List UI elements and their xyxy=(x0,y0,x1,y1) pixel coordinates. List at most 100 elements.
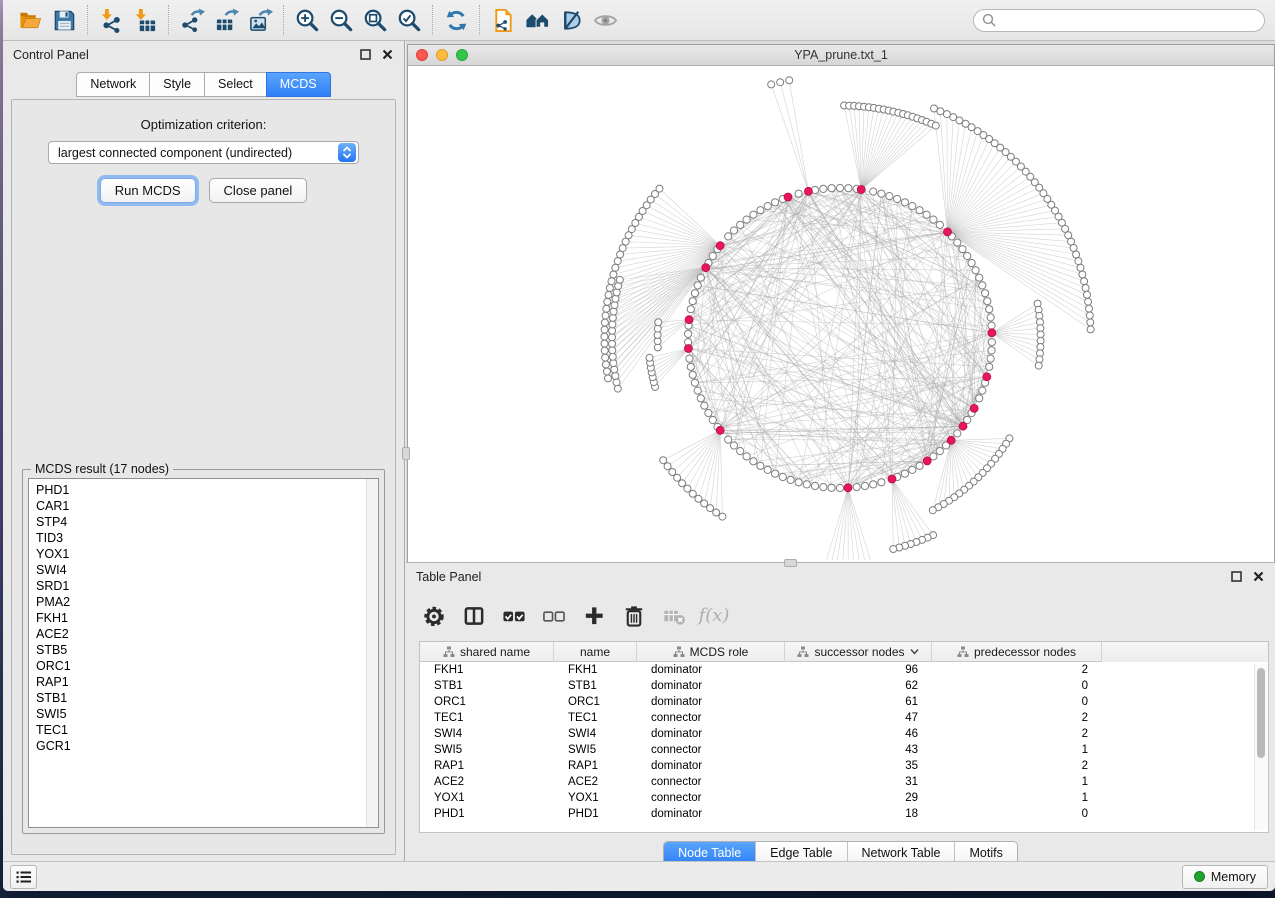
save-session-icon xyxy=(52,8,77,33)
open-file-button[interactable] xyxy=(13,4,47,36)
column-label: shared name xyxy=(460,645,530,659)
optimization-criterion-select[interactable]: largest connected component (undirected) xyxy=(48,141,359,164)
export-table-button[interactable] xyxy=(209,4,243,36)
table-row[interactable]: RAP1RAP1dominator352 xyxy=(420,758,1268,774)
table-row[interactable]: ACE2ACE2connector311 xyxy=(420,774,1268,790)
delete-row-button[interactable] xyxy=(619,601,649,631)
result-list-scrollbar[interactable] xyxy=(366,479,378,827)
table-cell: ORC1 xyxy=(420,696,554,708)
close-panel-icon[interactable] xyxy=(381,48,394,61)
column-layout-button[interactable] xyxy=(459,601,489,631)
table-row[interactable]: PHD1PHD1dominator180 xyxy=(420,806,1268,822)
import-network-icon xyxy=(99,8,124,33)
table-scrollbar[interactable] xyxy=(1254,664,1267,830)
import-network-button[interactable] xyxy=(94,4,128,36)
share-document-button[interactable] xyxy=(486,4,520,36)
mcds-result-item[interactable]: RAP1 xyxy=(36,674,378,690)
network-overview-button[interactable] xyxy=(520,4,554,36)
table-cell: YOX1 xyxy=(420,792,554,804)
add-row-icon xyxy=(582,604,606,628)
deselect-all-button[interactable] xyxy=(539,601,569,631)
horizontal-splitter-handle[interactable] xyxy=(784,559,797,567)
export-network-button[interactable] xyxy=(175,4,209,36)
task-history-button[interactable] xyxy=(10,865,37,889)
network-canvas[interactable] xyxy=(408,66,1274,562)
column-header-shared-name[interactable]: shared name xyxy=(420,642,554,662)
table-toolbar: f(x) xyxy=(419,594,1269,637)
mcds-result-item[interactable]: ORC1 xyxy=(36,658,378,674)
export-image-button[interactable] xyxy=(243,4,277,36)
float-table-panel-icon[interactable] xyxy=(1230,570,1243,583)
table-cell: YOX1 xyxy=(554,792,637,804)
mcds-result-item[interactable]: FKH1 xyxy=(36,610,378,626)
search-box[interactable] xyxy=(973,9,1265,32)
node-table[interactable]: shared name nameMCDS rolesuccessor nodesp… xyxy=(419,641,1269,833)
delete-row-icon xyxy=(622,604,646,628)
column-header-name[interactable]: name xyxy=(554,642,637,662)
status-bar: Memory xyxy=(3,861,1275,891)
column-settings-button[interactable] xyxy=(419,601,449,631)
table-cell: 31 xyxy=(785,776,932,788)
column-layout-icon xyxy=(462,604,486,628)
mcds-result-list[interactable]: PHD1CAR1STP4TID3YOX1SWI4SRD1PMA2FKH1ACE2… xyxy=(28,478,379,828)
zoom-out-button[interactable] xyxy=(324,4,358,36)
table-row[interactable]: YOX1YOX1connector291 xyxy=(420,790,1268,806)
table-row[interactable]: STB1STB1dominator620 xyxy=(420,678,1268,694)
column-header-MCDS-role[interactable]: MCDS role xyxy=(637,642,785,662)
table-row[interactable]: FKH1FKH1dominator962 xyxy=(420,662,1268,678)
vertical-splitter-handle[interactable] xyxy=(402,447,410,460)
table-cell: FKH1 xyxy=(420,664,554,676)
mcds-result-item[interactable]: SWI4 xyxy=(36,562,378,578)
add-row-button[interactable] xyxy=(579,601,609,631)
mcds-result-item[interactable]: STB5 xyxy=(36,642,378,658)
table-cell: 2 xyxy=(932,760,1102,772)
mcds-result-item[interactable]: PMA2 xyxy=(36,594,378,610)
mcds-result-item[interactable]: TID3 xyxy=(36,530,378,546)
memory-button[interactable]: Memory xyxy=(1182,865,1268,889)
zoom-fit-button[interactable] xyxy=(358,4,392,36)
column-namespace-icon xyxy=(673,646,685,658)
tab-mcds[interactable]: MCDS xyxy=(266,72,331,97)
hide-panel-button[interactable] xyxy=(554,4,588,36)
network-title: YPA_prune.txt_1 xyxy=(408,48,1274,62)
close-panel-button[interactable]: Close panel xyxy=(209,178,308,203)
deselect-all-icon xyxy=(542,604,566,628)
tab-style[interactable]: Style xyxy=(149,72,204,97)
table-row[interactable]: TEC1TEC1connector472 xyxy=(420,710,1268,726)
close-table-panel-icon[interactable] xyxy=(1252,570,1265,583)
zoom-in-button[interactable] xyxy=(290,4,324,36)
table-cell: 0 xyxy=(932,808,1102,820)
table-cell: STB1 xyxy=(554,680,637,692)
float-panel-icon[interactable] xyxy=(359,48,372,61)
mcds-result-item[interactable]: TEC1 xyxy=(36,722,378,738)
refresh-view-button[interactable] xyxy=(439,4,473,36)
mcds-result-item[interactable]: SRD1 xyxy=(36,578,378,594)
import-table-button[interactable] xyxy=(128,4,162,36)
column-header-successor-nodes[interactable]: successor nodes xyxy=(785,642,932,662)
column-header-predecessor-nodes[interactable]: predecessor nodes xyxy=(932,642,1102,662)
zoom-selected-button[interactable] xyxy=(392,4,426,36)
table-cell: 46 xyxy=(785,728,932,740)
table-cell: dominator xyxy=(637,728,785,740)
tab-network[interactable]: Network xyxy=(76,72,149,97)
mcds-result-item[interactable]: CAR1 xyxy=(36,498,378,514)
mcds-result-item[interactable]: ACE2 xyxy=(36,626,378,642)
mcds-result-item[interactable]: STB1 xyxy=(36,690,378,706)
mcds-result-item[interactable]: GCR1 xyxy=(36,738,378,754)
save-session-button[interactable] xyxy=(47,4,81,36)
search-input[interactable] xyxy=(1001,13,1256,27)
mcds-result-item[interactable]: SWI5 xyxy=(36,706,378,722)
select-all-button[interactable] xyxy=(499,601,529,631)
mcds-result-item[interactable]: STP4 xyxy=(36,514,378,530)
network-titlebar[interactable]: YPA_prune.txt_1 xyxy=(408,45,1274,66)
table-row[interactable]: SWI4SWI4dominator462 xyxy=(420,726,1268,742)
function-builder-icon: f(x) xyxy=(699,605,730,626)
mcds-result-item[interactable]: YOX1 xyxy=(36,546,378,562)
tab-select[interactable]: Select xyxy=(204,72,266,97)
table-row[interactable]: SWI5SWI5connector431 xyxy=(420,742,1268,758)
mcds-panel: Optimization criterion: largest connecte… xyxy=(11,99,396,855)
mcds-result-item[interactable]: PHD1 xyxy=(36,482,378,498)
run-mcds-button[interactable]: Run MCDS xyxy=(100,178,196,203)
table-scrollbar-thumb[interactable] xyxy=(1257,668,1265,758)
table-row[interactable]: ORC1ORC1dominator610 xyxy=(420,694,1268,710)
